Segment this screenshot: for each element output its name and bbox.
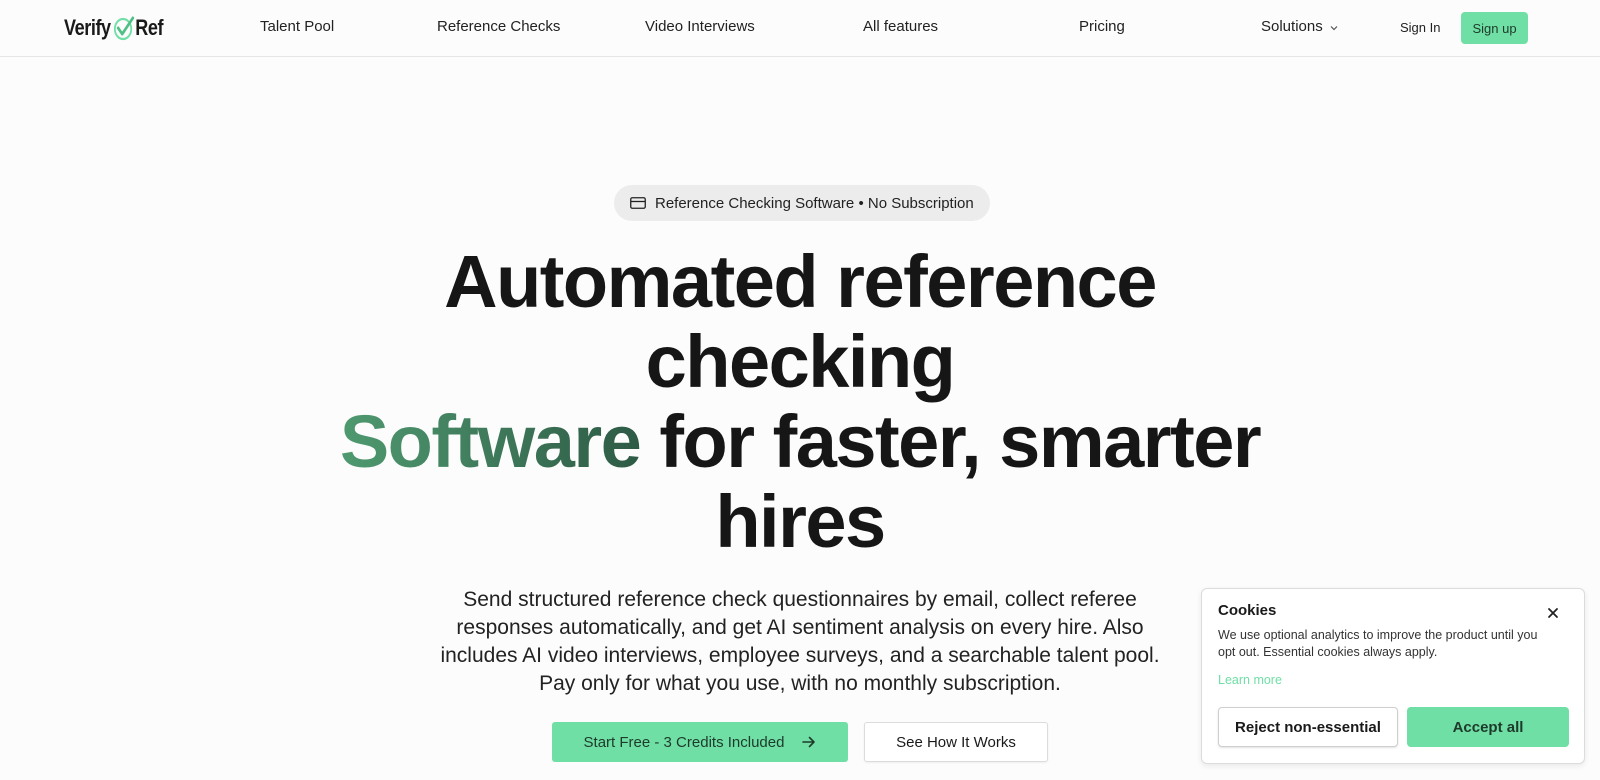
start-free-button[interactable]: Start Free - 3 Credits Included	[552, 722, 848, 762]
solutions-label: Solutions	[1261, 18, 1323, 35]
checkmark-logo-icon	[113, 16, 135, 41]
arrow-right-icon	[802, 736, 816, 748]
hero-subtext: Send structured reference check question…	[440, 588, 1160, 695]
verifyref-logo[interactable]: Verify Ref	[64, 14, 164, 42]
chevron-down-icon	[1330, 25, 1338, 30]
accept-all-button[interactable]: Accept all	[1407, 707, 1569, 747]
close-icon[interactable]	[1545, 605, 1561, 621]
see-how-it-works-button[interactable]: See How It Works	[864, 722, 1048, 762]
cookie-title: Cookies	[1218, 602, 1277, 619]
nav-link-all-features[interactable]: All features	[863, 18, 938, 35]
headline-line-1: Automated reference	[444, 240, 1157, 323]
logo-text-verify: Verify	[64, 15, 111, 40]
nav-link-talent-pool[interactable]: Talent Pool	[260, 18, 334, 35]
reject-non-essential-button[interactable]: Reject non-essential	[1218, 707, 1398, 747]
headline-line-3: for faster, smarter	[640, 400, 1261, 483]
nav-link-pricing[interactable]: Pricing	[1079, 18, 1125, 35]
nav-link-reference-checks[interactable]: Reference Checks	[437, 18, 560, 35]
headline-line-2: checking	[645, 320, 956, 403]
headline-accent-word: Software	[339, 400, 642, 483]
hero-badge-text: Reference Checking Software • No Subscri…	[655, 194, 974, 212]
cookie-description: We use optional analytics to improve the…	[1218, 628, 1538, 659]
sign-up-button[interactable]: Sign up	[1461, 12, 1528, 44]
headline-line-4: hires	[715, 480, 886, 563]
sign-in-link[interactable]: Sign In	[1400, 20, 1440, 35]
logo-text-ref: Ref	[135, 15, 164, 40]
learn-more-link[interactable]: Learn more	[1218, 673, 1282, 687]
start-free-label: Start Free - 3 Credits Included	[583, 733, 785, 751]
hero-badge: Reference Checking Software • No Subscri…	[614, 185, 990, 221]
credit-card-icon	[630, 197, 646, 209]
hero-headline: Automated reference checking Software fo…	[300, 242, 1300, 562]
nav-link-video-interviews[interactable]: Video Interviews	[645, 18, 755, 35]
cookie-banner: Cookies We use optional analytics to imp…	[1201, 588, 1585, 764]
top-nav: Verify Ref Talent Pool Reference Checks …	[0, 0, 1600, 57]
solutions-dropdown[interactable]: Solutions	[1261, 18, 1339, 35]
